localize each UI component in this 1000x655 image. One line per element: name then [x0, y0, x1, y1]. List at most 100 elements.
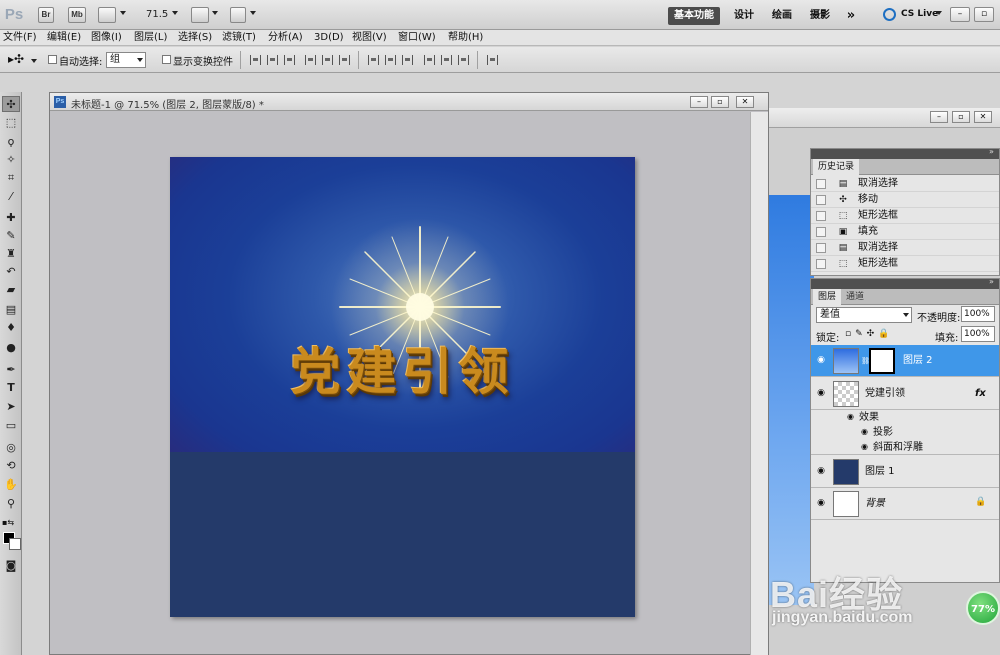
move-tool-icon[interactable]: ✣: [2, 96, 20, 112]
crop-tool-icon[interactable]: ⌗: [2, 170, 20, 186]
fill-input[interactable]: 100%: [961, 326, 995, 342]
restore-button[interactable]: ▫: [952, 111, 970, 123]
snapshot-checkbox[interactable]: [816, 227, 826, 237]
minimize-button[interactable]: –: [930, 111, 948, 123]
menu-analysis[interactable]: 分析(A): [268, 31, 303, 45]
quick-mask-icon[interactable]: ◙: [2, 558, 20, 574]
hand-tool-icon[interactable]: ✋: [2, 477, 20, 493]
workspace-photography[interactable]: 摄影: [806, 7, 834, 25]
align-top-icon[interactable]: [250, 55, 261, 65]
tab-layers[interactable]: 图层: [813, 289, 842, 305]
canvas[interactable]: 党建引领: [170, 157, 635, 617]
bridge-button[interactable]: Br: [38, 7, 54, 23]
background-color-swatch[interactable]: [9, 538, 21, 550]
effect-row[interactable]: ◉ 斜面和浮雕: [811, 440, 999, 455]
eye-icon[interactable]: ◉: [815, 355, 827, 365]
menu-select[interactable]: 选择(S): [178, 31, 212, 45]
lock-icons[interactable]: ▫✎✣🔒: [845, 329, 893, 339]
3d-orbit-tool-icon[interactable]: ⟲: [2, 458, 20, 474]
snapshot-checkbox[interactable]: [816, 195, 826, 205]
chevron-down-icon[interactable]: [250, 11, 256, 15]
close-button[interactable]: ✕: [736, 96, 754, 108]
workspace-painting[interactable]: 绘画: [768, 7, 796, 25]
align-vertical-center-icon[interactable]: [267, 55, 278, 65]
tab-history[interactable]: 历史记录: [813, 159, 860, 175]
menu-filter[interactable]: 滤镜(T): [222, 31, 256, 45]
chevron-down-icon[interactable]: [936, 11, 942, 15]
eraser-tool-icon[interactable]: ▰: [2, 282, 20, 298]
tab-channels[interactable]: 通道: [841, 289, 869, 305]
eye-icon[interactable]: ◉: [815, 498, 827, 508]
eye-icon[interactable]: ◉: [815, 466, 827, 476]
eye-icon[interactable]: ◉: [847, 412, 854, 421]
lasso-tool-icon[interactable]: ϙ: [2, 134, 20, 150]
cs-live-button[interactable]: CS Live: [901, 9, 938, 19]
effect-row[interactable]: ◉ 投影: [811, 425, 999, 440]
align-horizontal-center-icon[interactable]: [322, 55, 333, 65]
chevron-down-icon[interactable]: [120, 11, 126, 15]
distribute-top-icon[interactable]: [368, 55, 379, 65]
path-selection-tool-icon[interactable]: ➤: [2, 399, 20, 415]
history-item[interactable]: ▤ 取消选择: [811, 176, 999, 192]
marquee-tool-icon[interactable]: ⬚: [2, 115, 20, 131]
chevron-down-icon[interactable]: [31, 59, 37, 63]
blur-tool-icon[interactable]: ♦: [2, 320, 20, 336]
align-right-icon[interactable]: [339, 55, 350, 65]
vertical-scrollbar[interactable]: [750, 112, 768, 655]
default-colors-icon[interactable]: ▪⇆: [2, 518, 14, 527]
menu-image[interactable]: 图像(I): [91, 31, 122, 45]
distribute-right-icon[interactable]: [458, 55, 469, 65]
align-left-icon[interactable]: [305, 55, 316, 65]
collapse-icon[interactable]: »: [989, 277, 994, 286]
workspace-essentials[interactable]: 基本功能: [668, 7, 720, 25]
history-brush-tool-icon[interactable]: ↶: [2, 264, 20, 280]
layer-row[interactable]: ◉ 背景 🔒: [811, 488, 999, 520]
screen-mode-icon[interactable]: [230, 7, 246, 23]
eyedropper-tool-icon[interactable]: ⁄: [2, 189, 20, 205]
distribute-left-icon[interactable]: [424, 55, 435, 65]
menu-edit[interactable]: 编辑(E): [47, 31, 81, 45]
extras-icon[interactable]: [98, 7, 116, 23]
menu-window[interactable]: 窗口(W): [398, 31, 436, 45]
auto-select-checkbox[interactable]: [48, 55, 57, 64]
layer-row[interactable]: ◉ ⛓ 图层 2: [811, 345, 999, 377]
chevron-down-icon[interactable]: [212, 11, 218, 15]
collapse-icon[interactable]: »: [989, 147, 994, 156]
chevron-down-icon[interactable]: [172, 11, 178, 15]
gradient-tool-icon[interactable]: ▤: [2, 302, 20, 318]
arrange-documents-icon[interactable]: [191, 7, 209, 23]
shape-tool-icon[interactable]: ▭: [2, 418, 20, 434]
move-tool-preset-icon[interactable]: ▸✣: [8, 52, 24, 66]
zoom-tool-icon[interactable]: ⚲: [2, 496, 20, 512]
minimize-button[interactable]: –: [950, 7, 970, 22]
distribute-center-icon[interactable]: [385, 55, 396, 65]
menu-view[interactable]: 视图(V): [352, 31, 387, 45]
history-item[interactable]: ⬚ 矩形选框: [811, 208, 999, 224]
auto-align-icon[interactable]: [487, 55, 498, 65]
history-item[interactable]: ✣ 移动: [811, 192, 999, 208]
align-bottom-icon[interactable]: [284, 55, 295, 65]
layer-row[interactable]: ◉ 党建引领 fx: [811, 378, 999, 410]
eye-icon[interactable]: ◉: [861, 427, 868, 436]
zoom-level[interactable]: 71.5: [146, 9, 168, 20]
clone-stamp-tool-icon[interactable]: ♜: [2, 246, 20, 262]
effects-row[interactable]: ◉ 效果: [811, 410, 999, 425]
menu-3d[interactable]: 3D(D): [314, 31, 344, 45]
show-transform-checkbox[interactable]: [162, 55, 171, 64]
menu-file[interactable]: 文件(F): [3, 31, 37, 45]
restore-button[interactable]: ▫: [711, 96, 729, 108]
eye-icon[interactable]: ◉: [815, 388, 827, 398]
history-item[interactable]: ▣ 填充: [811, 224, 999, 240]
history-item[interactable]: ⬚ 矩形选框: [811, 256, 999, 272]
layer-row[interactable]: ◉ 图层 1: [811, 456, 999, 488]
3d-rotate-tool-icon[interactable]: ◎: [2, 440, 20, 456]
snapshot-checkbox[interactable]: [816, 179, 826, 189]
close-button[interactable]: ✕: [974, 111, 992, 123]
brush-tool-icon[interactable]: ✎: [2, 228, 20, 244]
snapshot-checkbox[interactable]: [816, 259, 826, 269]
fx-icon[interactable]: fx: [975, 387, 986, 401]
minimize-button[interactable]: –: [690, 96, 708, 108]
eye-icon[interactable]: ◉: [861, 442, 868, 451]
snapshot-checkbox[interactable]: [816, 211, 826, 221]
distribute-hcenter-icon[interactable]: [441, 55, 452, 65]
